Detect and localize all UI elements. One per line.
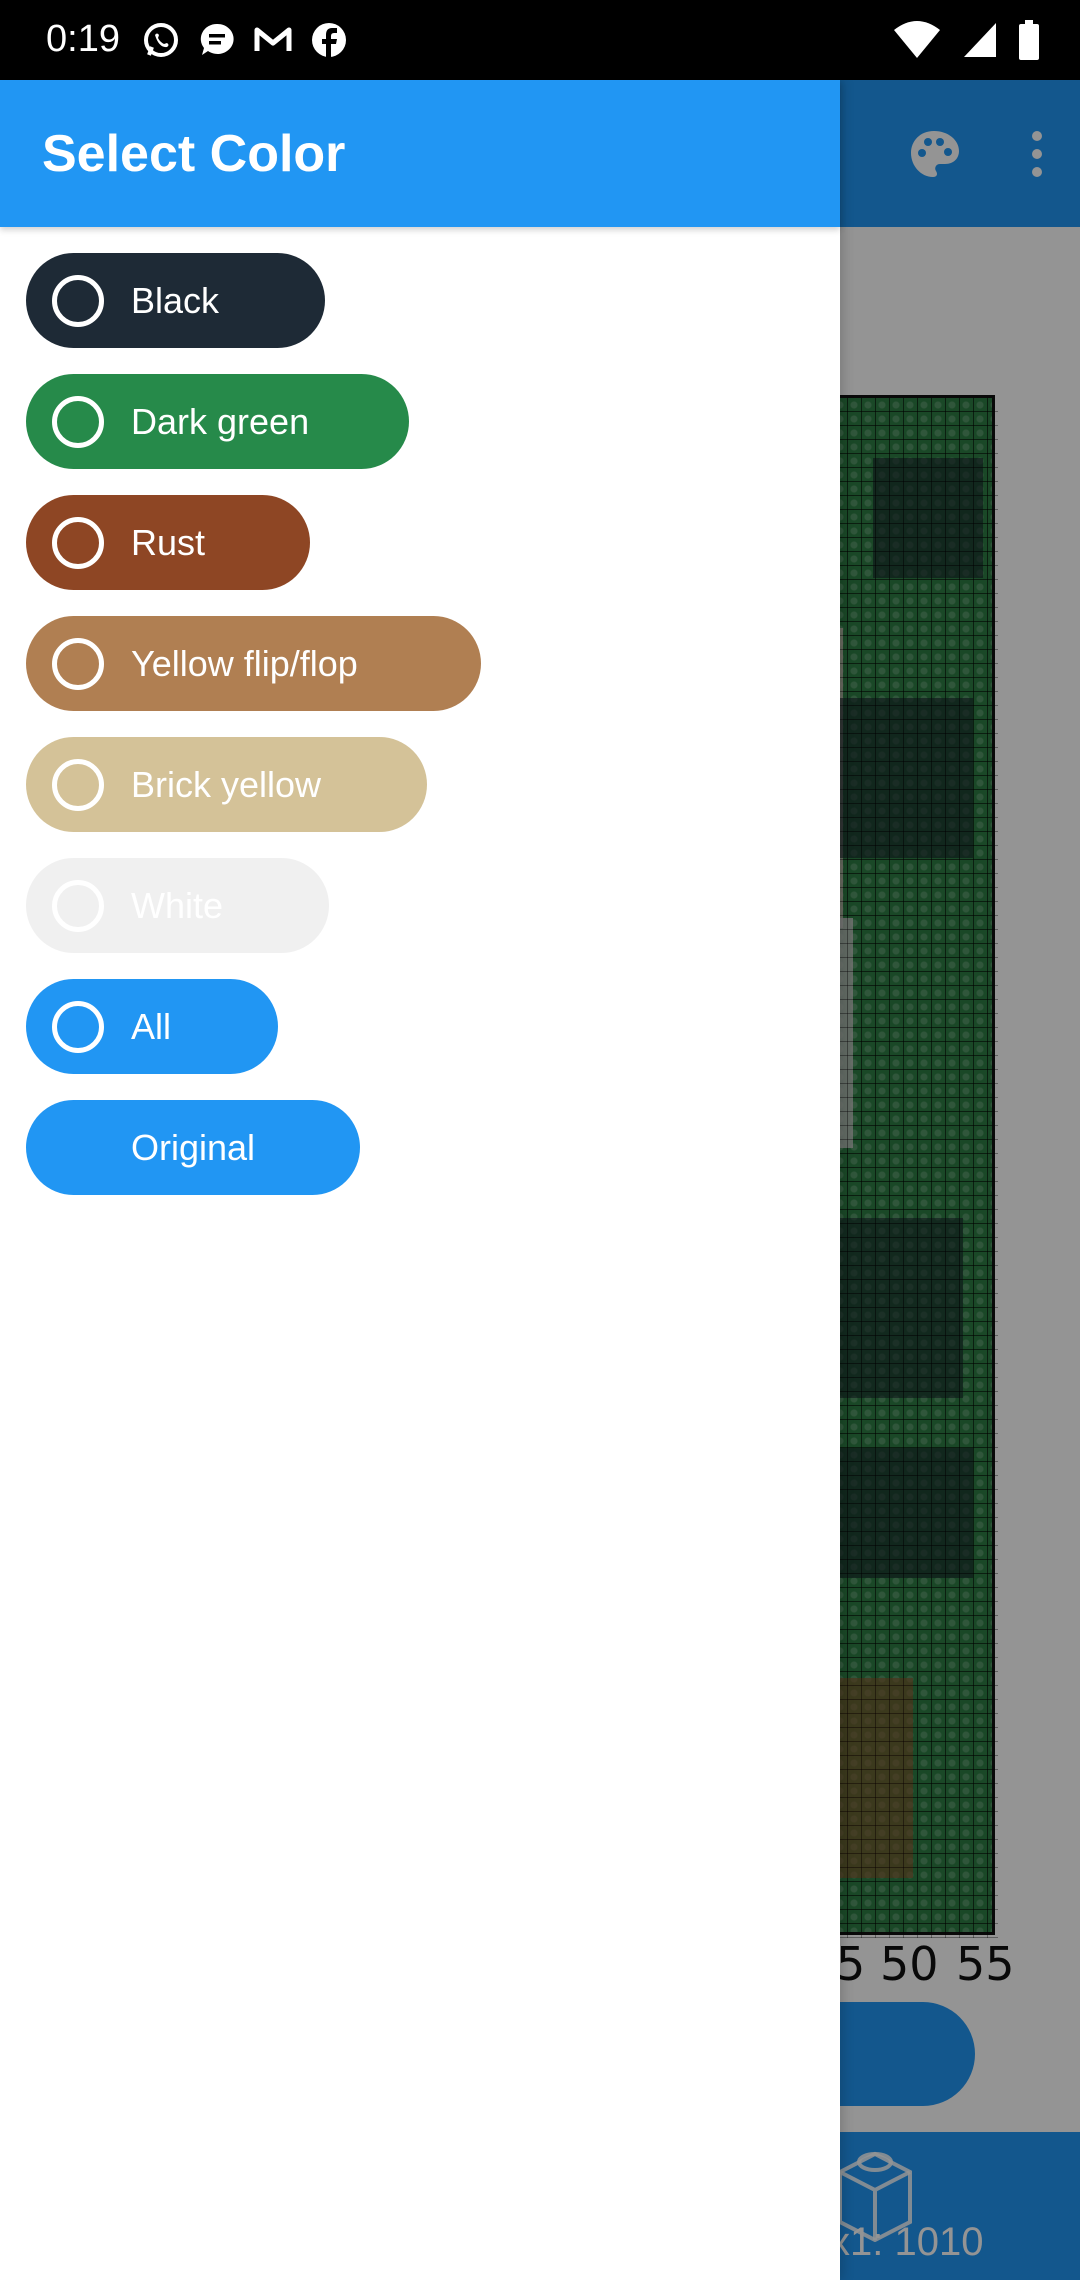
- screen: 0:19 5 50 55 x1: 1010 Select Color Black…: [0, 0, 1080, 2280]
- drawer-header: Select Color: [0, 80, 840, 227]
- original-button[interactable]: Original: [26, 1100, 360, 1195]
- drawer-title: Select Color: [42, 125, 346, 183]
- gmail-icon: [252, 19, 294, 61]
- chip-label: Rust: [131, 522, 206, 563]
- battery-icon: [1018, 20, 1040, 60]
- color-chip-white[interactable]: White: [26, 858, 329, 953]
- color-chip-black[interactable]: Black: [26, 253, 325, 348]
- color-list: Black Dark green Rust Yellow flip/flop B…: [26, 253, 481, 1221]
- chip-label: Yellow flip/flop: [131, 643, 358, 684]
- chip-label: Brick yellow: [131, 764, 322, 805]
- radio-unchecked-icon: [52, 1001, 104, 1053]
- notification-icons: [140, 19, 350, 61]
- radio-unchecked-icon: [52, 759, 104, 811]
- radio-unchecked-icon: [52, 638, 104, 690]
- radio-unchecked-icon: [52, 396, 104, 448]
- chip-label: All: [131, 1006, 172, 1047]
- color-chip-rust[interactable]: Rust: [26, 495, 310, 590]
- chip-label: White: [131, 885, 224, 926]
- wifi-icon: [892, 20, 942, 60]
- radio-unchecked-icon: [52, 880, 104, 932]
- whatsapp-icon: [140, 19, 182, 61]
- status-time: 0:19: [46, 18, 120, 60]
- color-chip-brick-yellow[interactable]: Brick yellow: [26, 737, 427, 832]
- color-chip-yellow-flip-flop[interactable]: Yellow flip/flop: [26, 616, 481, 711]
- color-chip-all[interactable]: All: [26, 979, 278, 1074]
- color-chip-dark-green[interactable]: Dark green: [26, 374, 409, 469]
- messages-icon: [196, 19, 238, 61]
- chip-label: Dark green: [131, 401, 310, 442]
- facebook-icon: [308, 19, 350, 61]
- radio-unchecked-icon: [52, 517, 104, 569]
- system-icons: [892, 19, 1040, 61]
- chip-label: Black: [131, 280, 220, 321]
- signal-icon: [962, 21, 998, 59]
- color-drawer: Select Color Black Dark green Rust Yello…: [0, 80, 840, 2280]
- status-bar: 0:19: [0, 0, 1080, 80]
- chip-label: Original: [130, 1127, 256, 1168]
- radio-unchecked-icon: [52, 275, 104, 327]
